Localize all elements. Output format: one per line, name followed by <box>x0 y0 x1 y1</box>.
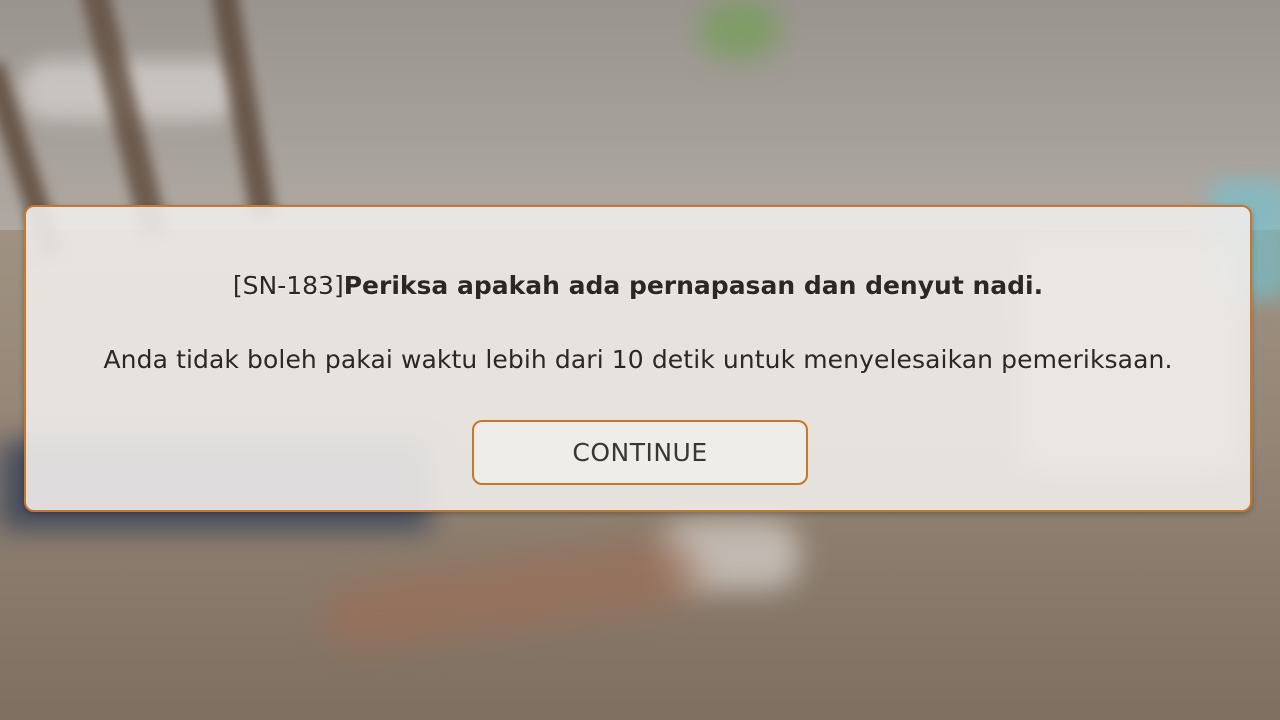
instruction-text: Periksa apakah ada pernapasan dan denyut… <box>343 271 1044 300</box>
game-scene: [SN-183]Periksa apakah ada pernapasan da… <box>0 0 1280 720</box>
continue-button[interactable]: CONTINUE <box>472 420 808 485</box>
background-plant <box>700 0 780 60</box>
dialog-body-text: Anda tidak boleh pakai waktu lebih dari … <box>103 345 1173 374</box>
dialog-title: [SN-183]Periksa apakah ada pernapasan da… <box>26 271 1250 300</box>
step-code: [SN-183] <box>232 271 344 300</box>
instruction-dialog: [SN-183]Periksa apakah ada pernapasan da… <box>24 205 1252 512</box>
